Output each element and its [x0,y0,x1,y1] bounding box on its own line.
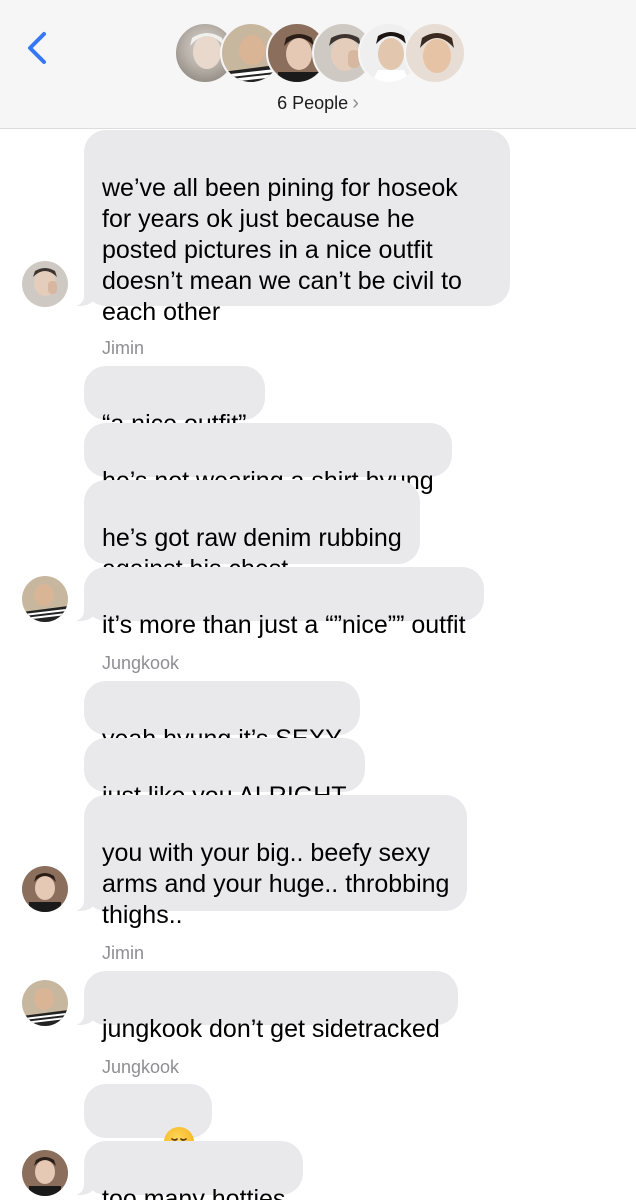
message-bubble[interactable]: it’s more than just a “”nice”” outfit [74,567,484,639]
avatar[interactable] [22,1150,68,1196]
sender-name: Jimin [102,943,145,963]
sender-name: Jimin [102,338,145,358]
participants-label: 6 People [277,93,349,113]
message-bubble[interactable]: you with your big.. beefy sexy arms and … [73,795,468,929]
message-bubble[interactable]: yeah hyung it’s SEXY [84,681,360,753]
message-text: you with your big.. beefy sexy arms and … [102,839,450,929]
avatar[interactable] [22,576,68,622]
message-bubble[interactable]: just like you ALRIGHT [84,738,365,810]
back-chevron-icon[interactable] [22,30,52,66]
chat-header: 6 People › [0,0,636,129]
message-bubble[interactable]: “a nice outfit” [84,366,265,438]
message-bubble[interactable]: jungkook don’t get sidetracked [74,971,458,1043]
sender-name: Jungkook [102,1057,180,1077]
avatar[interactable] [22,866,68,912]
group-avatars[interactable] [174,22,466,84]
message-bubble[interactable]: we’ve all been pining for hoseok for yea… [74,130,510,326]
message-text: jungkook don’t get sidetracked [102,1015,440,1043]
chevron-right-icon: › [352,92,359,114]
message-bubble[interactable]: he’s not wearing a shirt hyung [84,423,452,495]
message-text: too many hotties [102,1185,286,1200]
participants-link[interactable]: 6 People › [0,92,636,115]
message-text: we’ve all been pining for hoseok for yea… [102,174,462,326]
message-text: it’s more than just a “”nice”” outfit [102,611,466,639]
message-bubble[interactable]: he’s got raw denim rubbing against his c… [84,480,420,583]
sender-name: Jungkook [102,653,180,673]
avatar[interactable] [22,980,68,1026]
avatar[interactable] [22,261,68,307]
message-bubble[interactable]: sorry [84,1084,212,1182]
avatar [404,22,466,84]
message-bubble[interactable]: too many hotties [73,1141,304,1200]
